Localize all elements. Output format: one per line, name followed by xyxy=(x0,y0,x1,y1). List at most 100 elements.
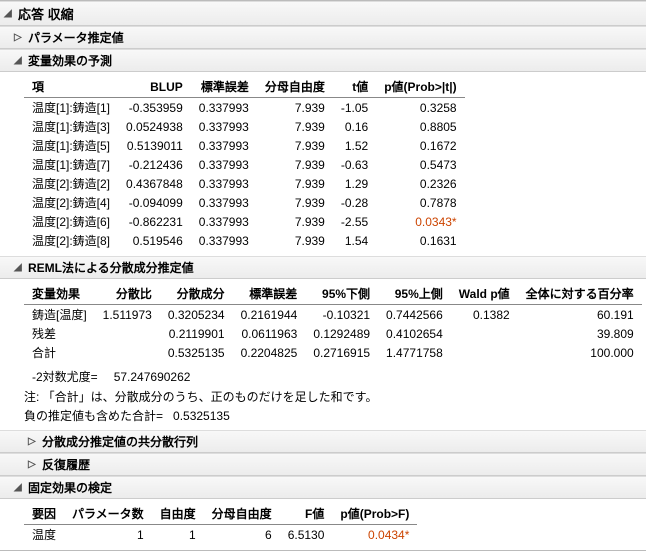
cell: 0.1382 xyxy=(451,305,518,325)
table-row: 温度[2]:鋳造[4]-0.0940990.3379937.939-0.280.… xyxy=(24,193,465,212)
cell: -1.05 xyxy=(333,98,376,118)
cell: -0.10321 xyxy=(305,305,378,325)
cell: 0.337993 xyxy=(191,117,257,136)
table-row: 温度[1]:鋳造[3]0.05249380.3379937.9390.160.8… xyxy=(24,117,465,136)
cell: 0.1292489 xyxy=(305,324,378,343)
cell: 温度[2]:鋳造[2] xyxy=(24,174,118,193)
col-f: F値 xyxy=(280,503,333,525)
cell: 60.191 xyxy=(518,305,642,325)
disclosure-open-icon: ◢ xyxy=(14,482,26,493)
cell: -2.55 xyxy=(333,212,376,231)
cell: -0.094099 xyxy=(118,193,191,212)
col-blup: BLUP xyxy=(118,76,191,98)
cell: 合計 xyxy=(24,343,95,362)
cell: 0.3258 xyxy=(376,98,464,118)
cell: 7.939 xyxy=(257,193,333,212)
cell: 7.939 xyxy=(257,231,333,250)
disclosure-open-icon: ◢ xyxy=(4,8,16,19)
fixed-header[interactable]: ◢ 固定効果の検定 xyxy=(0,476,646,499)
cell: 温度[1]:鋳造[7] xyxy=(24,155,118,174)
cell xyxy=(95,324,160,343)
cell: 0.7442566 xyxy=(378,305,451,325)
cell: 残差 xyxy=(24,324,95,343)
cell: 0.4367848 xyxy=(118,174,191,193)
cell: 0.2326 xyxy=(376,174,464,193)
col-p: p値(Prob>F) xyxy=(332,503,417,525)
cell: 1.511973 xyxy=(95,305,160,325)
col-95u: 95%上側 xyxy=(378,283,451,305)
table-row: 温度[2]:鋳造[2]0.43678480.3379937.9391.290.2… xyxy=(24,174,465,193)
disclosure-closed-icon: ▷ xyxy=(28,436,40,447)
cell: -0.28 xyxy=(333,193,376,212)
col-pct: 全体に対する百分率 xyxy=(518,283,642,305)
table-row: 残差0.21199010.06119630.12924890.410265439… xyxy=(24,324,642,343)
cell: 0.337993 xyxy=(191,98,257,118)
cell: 0.337993 xyxy=(191,193,257,212)
col-nparm: パラメータ数 xyxy=(64,503,152,525)
fixed-content: 要因 パラメータ数 自由度 分母自由度 F値 p値(Prob>F) 温度1166… xyxy=(0,499,646,550)
cell: 0.2119901 xyxy=(160,324,233,343)
cell: 1.52 xyxy=(333,136,376,155)
cell: 1.54 xyxy=(333,231,376,250)
cell xyxy=(451,324,518,343)
cell: 温度[1]:鋳造[1] xyxy=(24,98,118,118)
col-95l: 95%下側 xyxy=(305,283,378,305)
table-header-row: 項 BLUP 標準誤差 分母自由度 t値 p値(Prob>|t|) xyxy=(24,76,465,98)
col-p: p値(Prob>|t|) xyxy=(376,76,464,98)
cell: 0.337993 xyxy=(191,155,257,174)
cell: 100.000 xyxy=(518,343,642,362)
param-est-title: パラメータ推定値 xyxy=(28,29,124,46)
table-row: 温度[1]:鋳造[5]0.51390110.3379937.9391.520.1… xyxy=(24,136,465,155)
reml-header[interactable]: ◢ REML法による分散成分推定値 xyxy=(0,256,646,279)
cell: 0.5325135 xyxy=(160,343,233,362)
cell: 0.3205234 xyxy=(160,305,233,325)
cov-title: 分散成分推定値の共分散行列 xyxy=(42,433,198,450)
reml-note1: 注: 「合計」は、分散成分のうち、正のものだけを足した和です。 xyxy=(24,386,640,405)
param-est-header[interactable]: ▷ パラメータ推定値 xyxy=(0,26,646,49)
disclosure-closed-icon: ▷ xyxy=(28,459,40,470)
table-header-row: 要因 パラメータ数 自由度 分母自由度 F値 p値(Prob>F) xyxy=(24,503,417,525)
iter-title: 反復履歴 xyxy=(42,456,90,473)
cell: 1 xyxy=(152,525,204,545)
cell: 0.16 xyxy=(333,117,376,136)
cov-header[interactable]: ▷ 分散成分推定値の共分散行列 xyxy=(0,430,646,453)
cell: 0.0434* xyxy=(332,525,417,545)
col-t: t値 xyxy=(333,76,376,98)
cell: 7.939 xyxy=(257,98,333,118)
disclosure-open-icon: ◢ xyxy=(14,262,26,273)
table-row: 温度[1]:鋳造[7]-0.2124360.3379937.939-0.630.… xyxy=(24,155,465,174)
col-term: 項 xyxy=(24,76,118,98)
cell: -0.212436 xyxy=(118,155,191,174)
cell: 0.337993 xyxy=(191,212,257,231)
cell: 6.5130 xyxy=(280,525,333,545)
table-row: 温度[2]:鋳造[6]-0.8622310.3379937.939-2.550.… xyxy=(24,212,465,231)
col-source: 要因 xyxy=(24,503,64,525)
cell: 温度[1]:鋳造[5] xyxy=(24,136,118,155)
fixed-title: 固定効果の検定 xyxy=(28,479,112,496)
random-pred-header[interactable]: ◢ 変量効果の予測 xyxy=(0,49,646,72)
reml-note2: 負の推定値も含めた合計= 0.5325135 xyxy=(24,405,640,424)
cell: 0.7878 xyxy=(376,193,464,212)
cell: 7.939 xyxy=(257,212,333,231)
col-re: 変量効果 xyxy=(24,283,95,305)
col-dfden: 分母自由度 xyxy=(204,503,280,525)
cell: 1.4771758 xyxy=(378,343,451,362)
col-varcomp: 分散成分 xyxy=(160,283,233,305)
response-header[interactable]: ◢ 応答 収縮 xyxy=(0,1,646,26)
table-row: 合計0.53251350.22048250.27169151.477175810… xyxy=(24,343,642,362)
col-ratio: 分散比 xyxy=(95,283,160,305)
cell: 7.939 xyxy=(257,155,333,174)
cell: 7.939 xyxy=(257,117,333,136)
col-dfden: 分母自由度 xyxy=(257,76,333,98)
reml-table: 変量効果 分散比 分散成分 標準誤差 95%下側 95%上側 Wald p値 全… xyxy=(24,283,642,362)
table-row: 鋳造[温度]1.5119730.32052340.2161944-0.10321… xyxy=(24,305,642,325)
iter-header[interactable]: ▷ 反復履歴 xyxy=(0,453,646,476)
cell: 0.0611963 xyxy=(233,324,306,343)
col-df: 自由度 xyxy=(152,503,204,525)
random-pred-table: 項 BLUP 標準誤差 分母自由度 t値 p値(Prob>|t|) 温度[1]:… xyxy=(24,76,465,250)
cell: 0.2204825 xyxy=(233,343,306,362)
cell: 鋳造[温度] xyxy=(24,305,95,325)
col-stderr: 標準誤差 xyxy=(233,283,306,305)
table-header-row: 変量効果 分散比 分散成分 標準誤差 95%下側 95%上側 Wald p値 全… xyxy=(24,283,642,305)
cell: 7.939 xyxy=(257,174,333,193)
